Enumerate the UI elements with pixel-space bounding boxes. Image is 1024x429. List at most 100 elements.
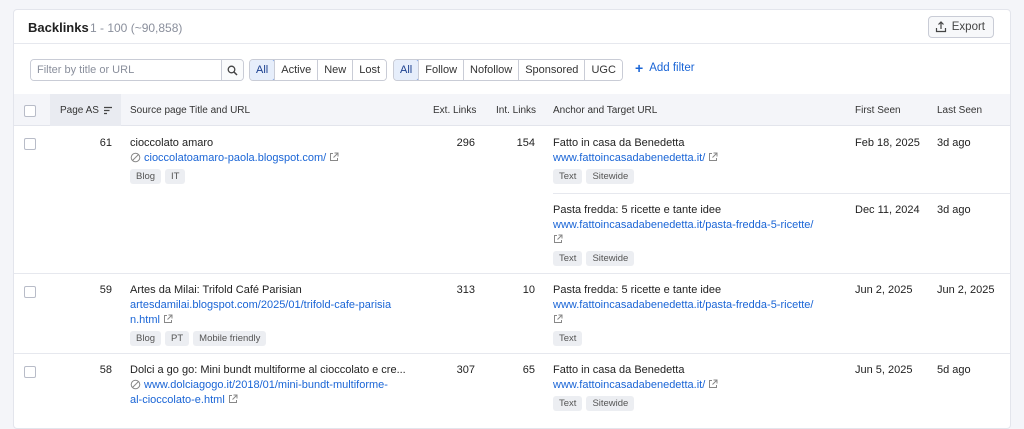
anchor-text: Pasta fredda: 5 ricette e tante idee	[553, 284, 722, 296]
anchor-text: Pasta fredda: 5 ricette e tante idee	[553, 204, 722, 216]
page-as-value: 59	[99, 284, 112, 296]
status-filter-lost[interactable]: Lost	[352, 60, 387, 80]
external-link-icon[interactable]	[163, 314, 173, 324]
source-url[interactable]: www.dolciagogo.it/2018/01/mini-bundt-mul…	[144, 379, 388, 391]
search-icon	[227, 65, 238, 76]
add-filter-button[interactable]: + Add filter	[635, 60, 695, 76]
external-link-icon[interactable]	[553, 314, 563, 324]
anchor-tag: Sitewide	[586, 396, 635, 411]
col-first-seen[interactable]: First Seen	[855, 94, 901, 126]
nofollow-icon	[130, 152, 141, 163]
row-checkbox[interactable]	[24, 286, 36, 298]
last-seen-value: 3d ago	[937, 204, 971, 216]
page-as-value: 61	[99, 137, 112, 149]
source-tag: IT	[165, 169, 186, 184]
ext-links-value: 313	[456, 284, 475, 296]
first-seen-value: Jun 5, 2025	[855, 364, 913, 376]
export-icon	[935, 21, 946, 33]
target-url[interactable]: www.fattoincasadabenedetta.it/	[553, 379, 705, 391]
status-filter: All Active New Lost	[249, 59, 388, 81]
anchor-tag: Sitewide	[586, 169, 635, 184]
search-input[interactable]	[31, 60, 221, 80]
status-filter-active[interactable]: Active	[274, 60, 318, 80]
anchor-cell: Pasta fredda: 5 ricette e tante idee www…	[553, 204, 848, 266]
anchor-cell: Fatto in casa da Benedetta www.fattoinca…	[553, 364, 848, 411]
source-cell: Dolci a go go: Mini bundt multiforme al …	[130, 364, 425, 408]
int-links-value: 154	[516, 137, 535, 149]
anchor-tag: Text	[553, 396, 583, 411]
status-filter-new[interactable]: New	[317, 60, 353, 80]
col-anchor[interactable]: Anchor and Target URL	[553, 94, 657, 126]
add-filter-label: Add filter	[649, 62, 695, 74]
anchor-tag: Text	[553, 331, 583, 346]
type-filter-sponsored[interactable]: Sponsored	[518, 60, 585, 80]
row-checkbox[interactable]	[24, 366, 36, 378]
anchor-text: Fatto in casa da Benedetta	[553, 137, 685, 149]
col-page-as[interactable]: Page AS	[50, 94, 121, 126]
source-title: cioccolato amaro	[130, 137, 214, 149]
result-count: 1 - 100 (~90,858)	[90, 21, 183, 35]
external-link-icon[interactable]	[553, 234, 563, 244]
source-url-continued[interactable]: al-cioccolato-e.html	[130, 394, 225, 406]
search-button[interactable]	[221, 60, 243, 80]
row-checkbox[interactable]	[24, 138, 36, 150]
source-tag: PT	[165, 331, 190, 346]
search-box	[30, 59, 244, 81]
source-tag: Blog	[130, 169, 162, 184]
external-link-icon[interactable]	[329, 152, 339, 162]
filter-bar: All Active New Lost All Follow Nofollow …	[14, 44, 1010, 94]
table-row: 59 Artes da Milai: Trifold Café Parisian…	[14, 274, 1010, 354]
external-link-icon[interactable]	[708, 379, 718, 389]
first-seen-value: Feb 18, 2025	[855, 137, 920, 149]
table-row: 61 cioccolato amaro cioccolatoamaro-paol…	[14, 126, 1010, 274]
type-filter: All Follow Nofollow Sponsored UGC	[393, 59, 623, 81]
source-title: Artes da Milai: Trifold Café Parisian	[130, 284, 302, 296]
last-seen-value: 3d ago	[937, 137, 971, 149]
last-seen-value: 5d ago	[937, 364, 971, 376]
source-url[interactable]: cioccolatoamaro-paola.blogspot.com/	[144, 152, 326, 164]
target-url[interactable]: www.fattoincasadabenedetta.it/	[553, 152, 705, 164]
first-seen-value: Jun 2, 2025	[855, 284, 913, 296]
plus-icon: +	[635, 60, 644, 76]
sort-icon	[103, 106, 112, 114]
int-links-value: 65	[522, 364, 535, 376]
type-filter-all[interactable]: All	[393, 60, 420, 80]
table-header: Page AS Source page Title and URL Ext. L…	[14, 94, 1010, 126]
panel-header: Backlinks 1 - 100 (~90,858) Export	[14, 10, 1010, 44]
external-link-icon[interactable]	[228, 394, 238, 404]
select-all-checkbox[interactable]	[24, 105, 36, 117]
anchor-subrow: Pasta fredda: 5 ricette e tante idee www…	[553, 193, 1010, 274]
status-filter-all[interactable]: All	[250, 60, 276, 80]
source-cell: cioccolato amaro cioccolatoamaro-paola.b…	[130, 137, 420, 184]
source-tag: Blog	[130, 331, 162, 346]
last-seen-value: Jun 2, 2025	[937, 284, 995, 296]
col-last-seen[interactable]: Last Seen	[937, 94, 982, 126]
page-as-value: 58	[99, 364, 112, 376]
source-cell: Artes da Milai: Trifold Café Parisian ar…	[130, 284, 420, 346]
external-link-icon[interactable]	[708, 152, 718, 162]
anchor-tag: Text	[553, 251, 583, 266]
anchor-cell: Pasta fredda: 5 ricette e tante idee www…	[553, 284, 848, 346]
anchor-tag: Text	[553, 169, 583, 184]
source-tag: Mobile friendly	[193, 331, 267, 346]
type-filter-ugc[interactable]: UGC	[584, 60, 622, 80]
source-url-continued[interactable]: n.html	[130, 314, 160, 326]
target-url[interactable]: www.fattoincasadabenedetta.it/pasta-fred…	[553, 219, 813, 231]
type-filter-follow[interactable]: Follow	[418, 60, 464, 80]
col-int-links[interactable]: Int. Links	[496, 94, 536, 126]
backlinks-panel: Backlinks 1 - 100 (~90,858) Export All A…	[13, 9, 1011, 429]
export-button[interactable]: Export	[927, 16, 994, 38]
int-links-value: 10	[522, 284, 535, 296]
first-seen-value: Dec 11, 2024	[855, 204, 920, 216]
ext-links-value: 307	[456, 364, 475, 376]
col-source[interactable]: Source page Title and URL	[130, 94, 250, 126]
type-filter-nofollow[interactable]: Nofollow	[463, 60, 519, 80]
nofollow-icon	[130, 379, 141, 390]
table-row: 58 Dolci a go go: Mini bundt multiforme …	[14, 354, 1010, 428]
target-url[interactable]: www.fattoincasadabenedetta.it/pasta-fred…	[553, 299, 813, 311]
source-title: Dolci a go go: Mini bundt multiforme al …	[130, 364, 406, 376]
ext-links-value: 296	[456, 137, 475, 149]
export-label: Export	[951, 21, 985, 33]
source-url[interactable]: artesdamilai.blogspot.com/2025/01/trifol…	[130, 299, 391, 311]
col-ext-links[interactable]: Ext. Links	[433, 94, 476, 126]
